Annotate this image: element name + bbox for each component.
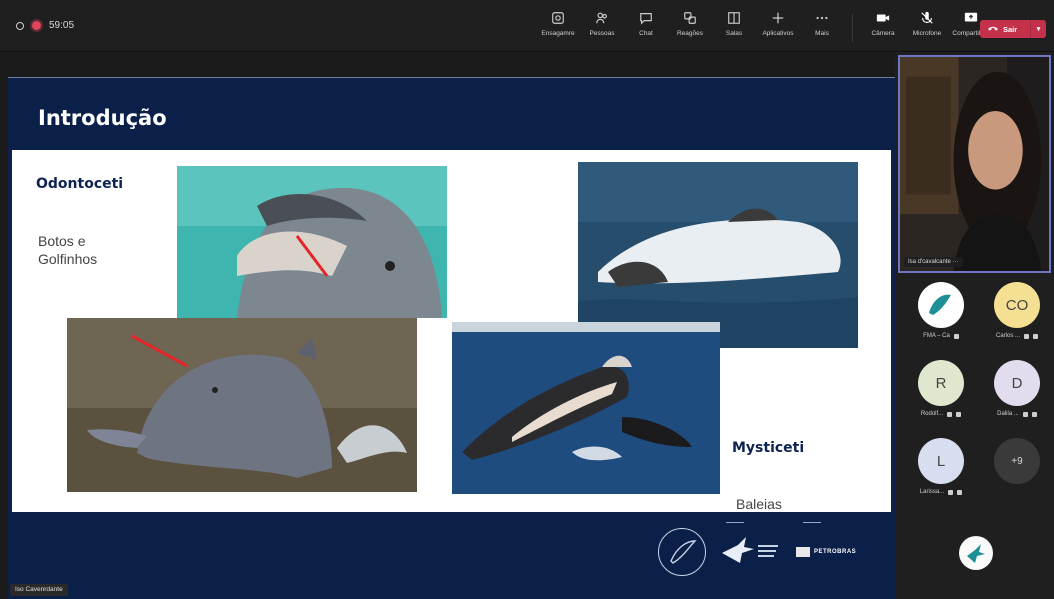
meeting-toolbar: 59:05 Ensagamre Pessoas Chat Reagões Sal… <box>0 0 1054 52</box>
participant-name: Larissa... <box>920 489 963 495</box>
footer-divider <box>726 522 744 523</box>
hang-up-icon <box>987 24 999 34</box>
footer-logos: PETROBRAS <box>658 528 856 576</box>
photo-whale-surface <box>578 162 858 348</box>
avatar: D <box>994 360 1040 406</box>
hand-icon <box>948 489 954 495</box>
chat-label: Chat <box>639 30 653 37</box>
participant-name: Dalila ... <box>997 411 1037 417</box>
avatar: L <box>918 438 964 484</box>
meeting-timer: 59:05 <box>49 20 75 31</box>
people-label: Pessoas <box>589 30 615 37</box>
more-participants-tile[interactable]: +9 <box>981 438 1053 502</box>
avatar: CO <box>994 282 1040 328</box>
camera-button[interactable]: Ensagamre <box>538 10 578 44</box>
participant-tile[interactable]: D Dalila ... <box>981 360 1053 424</box>
photo-baleen-whale <box>452 322 720 494</box>
hand-icon <box>947 411 953 417</box>
slide-header: Introdução <box>8 80 895 150</box>
text-baleias: Baleias <box>736 496 782 512</box>
hand-icon <box>1022 411 1028 417</box>
mic-muted-icon <box>957 489 963 495</box>
participant-name: FMA – Ca <box>923 333 959 339</box>
footer-divider <box>803 522 821 523</box>
participant-tile[interactable]: FMA – Ca <box>905 282 977 346</box>
mic-muted-icon <box>1033 333 1038 339</box>
project-logo <box>658 528 706 576</box>
participant-name: Carlos ... <box>996 333 1038 339</box>
heading-odontoceti: Odontoceti <box>36 176 124 192</box>
heading-mysticeti: Mysticeti <box>732 440 805 456</box>
mic-muted-icon <box>956 411 962 417</box>
camera-icon <box>550 10 566 26</box>
video-toggle-button[interactable]: Câmera <box>863 10 903 44</box>
institute-logo <box>720 533 782 572</box>
hand-icon <box>1024 333 1029 339</box>
rooms-label: Salas <box>725 30 743 37</box>
more-label: Mais <box>815 30 829 37</box>
slide-footer: PETROBRAS <box>8 512 895 599</box>
chat-icon <box>638 10 654 26</box>
mic-toggle-button[interactable]: Microfone <box>907 10 947 44</box>
people-button[interactable]: Pessoas <box>582 10 622 44</box>
leave-options-chevron-icon[interactable]: ▾ <box>1030 20 1046 38</box>
mic-muted-icon <box>1031 411 1037 417</box>
leave-label: Sair <box>1003 24 1018 34</box>
mic-muted-icon <box>953 333 959 339</box>
photo-amazon-river-dolphin <box>67 318 417 492</box>
toolbar-actions: Ensagamre Pessoas Chat Reagões Salas Apl… <box>538 10 991 44</box>
presenter-video[interactable]: Isa d'cavalcante ··· <box>898 55 1051 273</box>
rooms-icon <box>726 10 742 26</box>
apps-button[interactable]: Aplicativos <box>758 10 798 44</box>
video-label: Câmera <box>871 30 895 37</box>
sponsor-name: PETROBRAS <box>814 549 857 555</box>
meeting-status: 59:05 <box>16 20 74 31</box>
toolbar-divider <box>852 14 853 42</box>
sponsor-logo: PETROBRAS <box>796 547 856 557</box>
screen-share-owner: Iso Cavenrdante <box>10 584 68 596</box>
more-icon <box>814 10 830 26</box>
participant-tile[interactable]: R Rodolf... <box>905 360 977 424</box>
shared-screen: Introdução Odontoceti Botos e Golfinhos <box>8 78 895 599</box>
avatar <box>918 282 964 328</box>
participants-panel: Isa d'cavalcante ··· FMA – Ca CO Carlos … <box>895 52 1054 599</box>
plus-icon <box>770 10 786 26</box>
more-participants-count: +9 <box>994 438 1040 484</box>
reactions-button[interactable]: Reagões <box>670 10 710 44</box>
avatar: R <box>918 360 964 406</box>
text-botos-golfinhos: Botos e Golfinhos <box>38 233 98 267</box>
mic-label: Microfone <box>912 30 942 37</box>
slide-content: Odontoceti Botos e Golfinhos Mysticeti B… <box>12 150 891 512</box>
teams-meeting-window: 59:05 Ensagamre Pessoas Chat Reagões Sal… <box>0 0 1054 599</box>
camera-label: Ensagamre <box>541 30 575 37</box>
leave-button[interactable]: Sair ▾ <box>980 20 1046 38</box>
participant-name: Rodolf... <box>921 411 962 417</box>
org-logo <box>959 536 993 570</box>
reactions-label: Reagões <box>676 30 704 37</box>
slide-title: Introdução <box>38 106 167 130</box>
share-icon <box>963 10 979 26</box>
participant-tile[interactable]: CO Carlos ... <box>981 282 1053 346</box>
apps-label: Aplicativos <box>762 30 794 37</box>
participant-tile[interactable]: L Larissa... <box>905 438 977 502</box>
recording-icon <box>32 21 41 30</box>
people-icon <box>594 10 610 26</box>
chat-button[interactable]: Chat <box>626 10 666 44</box>
status-ring-icon <box>16 21 24 30</box>
more-button[interactable]: Mais <box>802 10 842 44</box>
mic-icon <box>919 10 935 26</box>
rooms-button[interactable]: Salas <box>714 10 754 44</box>
reactions-icon <box>682 10 698 26</box>
video-icon <box>875 10 891 26</box>
photo-bottlenose-dolphin <box>177 166 447 318</box>
presenter-name: Isa d'cavalcante ··· <box>904 257 963 267</box>
br-flag-icon <box>796 547 810 557</box>
